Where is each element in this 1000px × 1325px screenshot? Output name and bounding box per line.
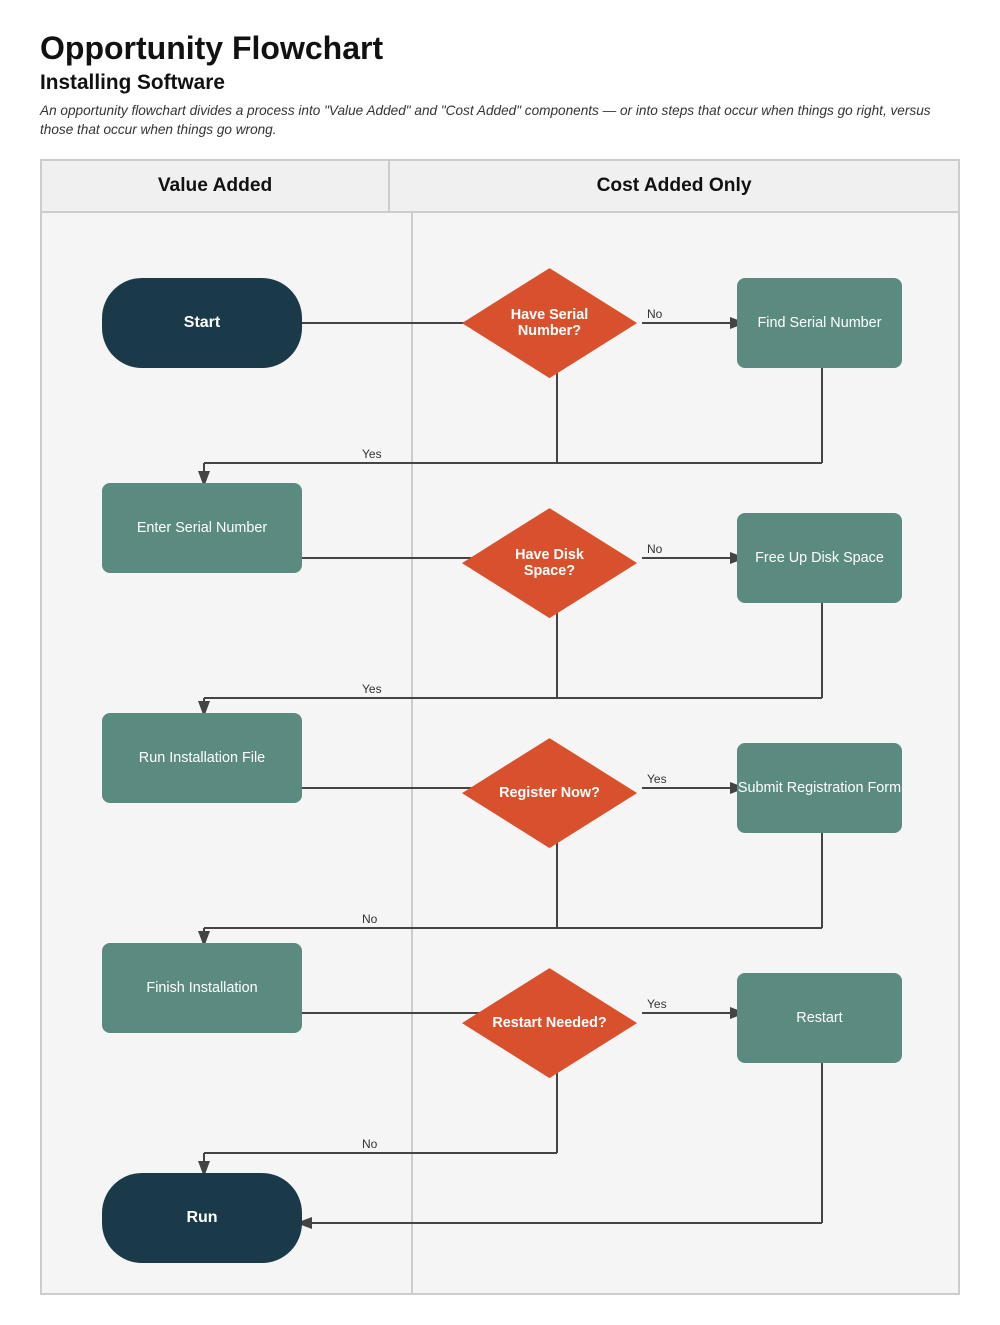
flowchart-container: Value Added Cost Added Only No Yes <box>40 159 960 1295</box>
svg-text:Yes: Yes <box>647 997 667 1011</box>
node-register-now-diamond: Register Now? <box>462 738 637 848</box>
node-have-disk-diamond: Have Disk Space? <box>462 508 637 618</box>
node-run-install: Run Installation File <box>102 713 302 803</box>
svg-text:No: No <box>362 912 378 926</box>
node-finish-install: Finish Installation <box>102 943 302 1033</box>
node-restart: Restart <box>737 973 902 1063</box>
node-submit-reg: Submit Registration Form <box>737 743 902 833</box>
node-register-now: Register Now? <box>462 738 637 848</box>
svg-text:Yes: Yes <box>362 682 382 696</box>
node-enter-serial: Enter Serial Number <box>102 483 302 573</box>
node-find-serial: Find Serial Number <box>737 278 902 368</box>
node-start: Start <box>102 278 302 368</box>
col-header-cost-added: Cost Added Only <box>390 161 958 211</box>
subtitle-description: An opportunity flowchart divides a proce… <box>40 101 940 139</box>
node-restart-needed-diamond: Restart Needed? <box>462 968 637 1078</box>
diagram-area: No Yes No Yes <box>42 213 958 1293</box>
svg-text:Yes: Yes <box>647 772 667 786</box>
column-headers: Value Added Cost Added Only <box>42 161 958 213</box>
svg-text:No: No <box>647 542 663 556</box>
svg-text:No: No <box>647 307 663 321</box>
subtitle-heading: Installing Software <box>40 71 960 95</box>
node-have-serial-diamond: Have Serial Number? <box>462 268 637 378</box>
page-title: Opportunity Flowchart <box>40 30 960 67</box>
node-run: Run <box>102 1173 302 1263</box>
svg-text:No: No <box>362 1137 378 1151</box>
node-free-disk: Free Up Disk Space <box>737 513 902 603</box>
node-have-serial: Have Serial Number? <box>462 268 637 378</box>
col-header-value-added: Value Added <box>42 161 390 211</box>
node-have-disk: Have Disk Space? <box>462 508 637 618</box>
node-restart-needed: Restart Needed? <box>462 968 637 1078</box>
svg-text:Yes: Yes <box>362 447 382 461</box>
